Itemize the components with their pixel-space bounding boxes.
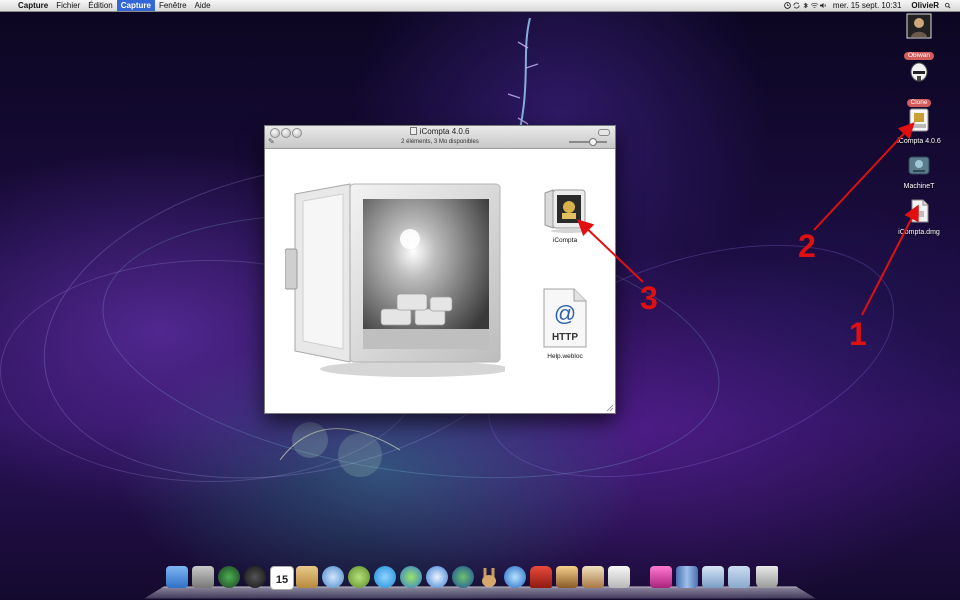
dock-shelf: [143, 586, 817, 599]
ichat-icon[interactable]: [400, 566, 422, 588]
annotation-number-3: 3: [640, 280, 658, 316]
guitar-icon[interactable]: [582, 566, 604, 588]
ical-icon[interactable]: 15: [270, 566, 294, 590]
trash-icon[interactable]: [756, 566, 778, 588]
safari-icon[interactable]: [426, 566, 448, 588]
skype-icon[interactable]: [374, 566, 396, 588]
google-earth-icon[interactable]: [452, 566, 474, 588]
folder-icon[interactable]: [728, 566, 750, 588]
address-book-icon[interactable]: [296, 566, 318, 588]
rabbit-icon[interactable]: [478, 566, 500, 588]
dock: 15: [140, 562, 820, 600]
mail-folder-icon[interactable]: [702, 566, 724, 588]
mail-icon[interactable]: [322, 566, 344, 588]
annotation-arrow-3: [577, 219, 644, 283]
annotation-number-2: 2: [798, 228, 816, 264]
books-icon[interactable]: [676, 566, 698, 588]
iphoto-icon[interactable]: [556, 566, 578, 588]
annotation-arrow-2: [813, 122, 915, 231]
ical-day-label: 15: [275, 574, 289, 586]
itunes-icon[interactable]: [504, 566, 526, 588]
annotation-arrow-1: [861, 204, 919, 316]
annotation-arrows: [577, 122, 919, 316]
preview-icon[interactable]: [608, 566, 630, 588]
finder-icon[interactable]: [166, 566, 188, 588]
system-preferences-icon[interactable]: [192, 566, 214, 588]
activity-icon[interactable]: [244, 566, 266, 588]
chair-icon[interactable]: [530, 566, 552, 588]
adium-icon[interactable]: [348, 566, 370, 588]
annotation-number-1: 1: [849, 316, 867, 352]
flower-app-icon[interactable]: [650, 566, 672, 588]
time-machine-icon[interactable]: [218, 566, 240, 588]
